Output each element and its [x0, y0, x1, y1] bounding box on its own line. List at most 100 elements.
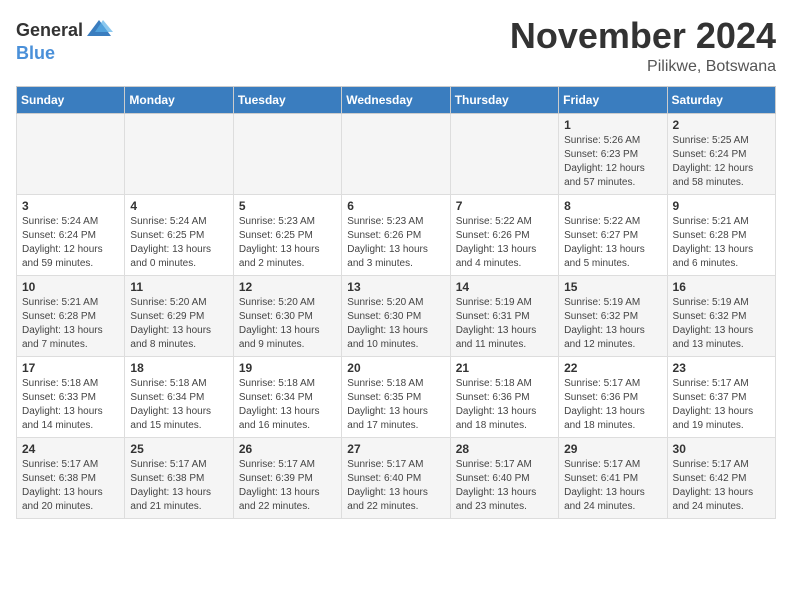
day-info: Sunrise: 5:20 AM Sunset: 6:29 PM Dayligh…: [130, 296, 227, 352]
day-number: 5: [239, 199, 336, 213]
day-header-thursday: Thursday: [450, 86, 558, 113]
calendar-cell: 18 Sunrise: 5:18 AM Sunset: 6:34 PM Dayli…: [125, 356, 233, 437]
day-info: Sunrise: 5:18 AM Sunset: 6:33 PM Dayligh…: [22, 377, 119, 433]
calendar-week-3: 10 Sunrise: 5:21 AM Sunset: 6:28 PM Dayli…: [17, 275, 776, 356]
calendar-cell: [450, 113, 558, 194]
calendar-cell: 14 Sunrise: 5:19 AM Sunset: 6:31 PM Dayli…: [450, 275, 558, 356]
day-number: 23: [673, 361, 770, 375]
day-header-wednesday: Wednesday: [342, 86, 450, 113]
calendar-cell: 22 Sunrise: 5:17 AM Sunset: 6:36 PM Dayli…: [559, 356, 667, 437]
day-number: 8: [564, 199, 661, 213]
calendar-cell: [17, 113, 125, 194]
calendar-week-5: 24 Sunrise: 5:17 AM Sunset: 6:38 PM Dayli…: [17, 437, 776, 518]
day-info: Sunrise: 5:26 AM Sunset: 6:23 PM Dayligh…: [564, 134, 661, 190]
calendar-week-1: 1Sunrise: 5:26 AM Sunset: 6:23 PM Daylig…: [17, 113, 776, 194]
day-info: Sunrise: 5:21 AM Sunset: 6:28 PM Dayligh…: [22, 296, 119, 352]
calendar-cell: 28Sunrise: 5:17 AM Sunset: 6:40 PM Dayli…: [450, 437, 558, 518]
day-number: 25: [130, 442, 227, 456]
day-info: Sunrise: 5:17 AM Sunset: 6:39 PM Dayligh…: [239, 458, 336, 514]
day-number: 3: [22, 199, 119, 213]
day-number: 2: [673, 118, 770, 132]
day-header-tuesday: Tuesday: [233, 86, 341, 113]
calendar-cell: 6Sunrise: 5:23 AM Sunset: 6:26 PM Daylig…: [342, 194, 450, 275]
day-info: Sunrise: 5:23 AM Sunset: 6:26 PM Dayligh…: [347, 215, 444, 271]
day-number: 17: [22, 361, 119, 375]
day-number: 30: [673, 442, 770, 456]
day-number: 26: [239, 442, 336, 456]
day-number: 4: [130, 199, 227, 213]
day-info: Sunrise: 5:25 AM Sunset: 6:24 PM Dayligh…: [673, 134, 770, 190]
page-header: General Blue November 2024 Pilikwe, Bots…: [16, 16, 776, 76]
day-info: Sunrise: 5:19 AM Sunset: 6:31 PM Dayligh…: [456, 296, 553, 352]
day-header-saturday: Saturday: [667, 86, 775, 113]
calendar-cell: 16 Sunrise: 5:19 AM Sunset: 6:32 PM Dayli…: [667, 275, 775, 356]
calendar-cell: 17 Sunrise: 5:18 AM Sunset: 6:33 PM Dayli…: [17, 356, 125, 437]
day-number: 27: [347, 442, 444, 456]
calendar-cell: 10 Sunrise: 5:21 AM Sunset: 6:28 PM Dayli…: [17, 275, 125, 356]
day-number: 29: [564, 442, 661, 456]
logo: General Blue: [16, 16, 113, 62]
calendar-cell: 24 Sunrise: 5:17 AM Sunset: 6:38 PM Dayli…: [17, 437, 125, 518]
day-info: Sunrise: 5:17 AM Sunset: 6:42 PM Dayligh…: [673, 458, 770, 514]
day-number: 10: [22, 280, 119, 294]
day-info: Sunrise: 5:17 AM Sunset: 6:40 PM Dayligh…: [456, 458, 553, 514]
calendar-cell: 11 Sunrise: 5:20 AM Sunset: 6:29 PM Dayli…: [125, 275, 233, 356]
day-info: Sunrise: 5:17 AM Sunset: 6:37 PM Dayligh…: [673, 377, 770, 433]
calendar-cell: 19 Sunrise: 5:18 AM Sunset: 6:34 PM Dayli…: [233, 356, 341, 437]
calendar-cell: 7 Sunrise: 5:22 AM Sunset: 6:26 PM Daylig…: [450, 194, 558, 275]
day-number: 15: [564, 280, 661, 294]
calendar-cell: 3 Sunrise: 5:24 AM Sunset: 6:24 PM Daylig…: [17, 194, 125, 275]
day-info: Sunrise: 5:22 AM Sunset: 6:26 PM Dayligh…: [456, 215, 553, 271]
calendar-cell: [342, 113, 450, 194]
calendar-cell: [125, 113, 233, 194]
day-info: Sunrise: 5:18 AM Sunset: 6:35 PM Dayligh…: [347, 377, 444, 433]
day-info: Sunrise: 5:18 AM Sunset: 6:34 PM Dayligh…: [130, 377, 227, 433]
day-info: Sunrise: 5:18 AM Sunset: 6:36 PM Dayligh…: [456, 377, 553, 433]
day-info: Sunrise: 5:19 AM Sunset: 6:32 PM Dayligh…: [673, 296, 770, 352]
calendar-cell: 25 Sunrise: 5:17 AM Sunset: 6:38 PM Dayli…: [125, 437, 233, 518]
day-info: Sunrise: 5:17 AM Sunset: 6:38 PM Dayligh…: [130, 458, 227, 514]
logo-general: General: [16, 21, 83, 39]
day-info: Sunrise: 5:19 AM Sunset: 6:32 PM Dayligh…: [564, 296, 661, 352]
calendar-week-2: 3 Sunrise: 5:24 AM Sunset: 6:24 PM Daylig…: [17, 194, 776, 275]
day-info: Sunrise: 5:20 AM Sunset: 6:30 PM Dayligh…: [239, 296, 336, 352]
day-header-sunday: Sunday: [17, 86, 125, 113]
day-number: 14: [456, 280, 553, 294]
day-number: 11: [130, 280, 227, 294]
day-number: 16: [673, 280, 770, 294]
day-number: 7: [456, 199, 553, 213]
calendar-cell: 26 Sunrise: 5:17 AM Sunset: 6:39 PM Dayli…: [233, 437, 341, 518]
title-area: November 2024 Pilikwe, Botswana: [510, 16, 776, 76]
day-info: Sunrise: 5:22 AM Sunset: 6:27 PM Dayligh…: [564, 215, 661, 271]
day-number: 21: [456, 361, 553, 375]
month-title: November 2024: [510, 16, 776, 56]
calendar-cell: [233, 113, 341, 194]
day-number: 20: [347, 361, 444, 375]
day-info: Sunrise: 5:23 AM Sunset: 6:25 PM Dayligh…: [239, 215, 336, 271]
day-number: 24: [22, 442, 119, 456]
day-info: Sunrise: 5:21 AM Sunset: 6:28 PM Dayligh…: [673, 215, 770, 271]
calendar-cell: 9 Sunrise: 5:21 AM Sunset: 6:28 PM Daylig…: [667, 194, 775, 275]
calendar-cell: 20 Sunrise: 5:18 AM Sunset: 6:35 PM Dayli…: [342, 356, 450, 437]
day-info: Sunrise: 5:17 AM Sunset: 6:38 PM Dayligh…: [22, 458, 119, 514]
day-number: 9: [673, 199, 770, 213]
day-number: 18: [130, 361, 227, 375]
day-number: 19: [239, 361, 336, 375]
calendar-header-row: SundayMondayTuesdayWednesdayThursdayFrid…: [17, 86, 776, 113]
day-info: Sunrise: 5:17 AM Sunset: 6:36 PM Dayligh…: [564, 377, 661, 433]
calendar-cell: 2 Sunrise: 5:25 AM Sunset: 6:24 PM Daylig…: [667, 113, 775, 194]
location: Pilikwe, Botswana: [510, 58, 776, 76]
day-header-friday: Friday: [559, 86, 667, 113]
calendar-cell: 29Sunrise: 5:17 AM Sunset: 6:41 PM Dayli…: [559, 437, 667, 518]
calendar-cell: 12 Sunrise: 5:20 AM Sunset: 6:30 PM Dayli…: [233, 275, 341, 356]
logo-blue: Blue: [16, 44, 55, 62]
day-number: 12: [239, 280, 336, 294]
day-info: Sunrise: 5:17 AM Sunset: 6:40 PM Dayligh…: [347, 458, 444, 514]
day-info: Sunrise: 5:18 AM Sunset: 6:34 PM Dayligh…: [239, 377, 336, 433]
calendar-cell: 5 Sunrise: 5:23 AM Sunset: 6:25 PM Daylig…: [233, 194, 341, 275]
calendar-cell: 15 Sunrise: 5:19 AM Sunset: 6:32 PM Dayli…: [559, 275, 667, 356]
day-info: Sunrise: 5:24 AM Sunset: 6:25 PM Dayligh…: [130, 215, 227, 271]
day-number: 22: [564, 361, 661, 375]
calendar-cell: 23 Sunrise: 5:17 AM Sunset: 6:37 PM Dayli…: [667, 356, 775, 437]
day-info: Sunrise: 5:24 AM Sunset: 6:24 PM Dayligh…: [22, 215, 119, 271]
